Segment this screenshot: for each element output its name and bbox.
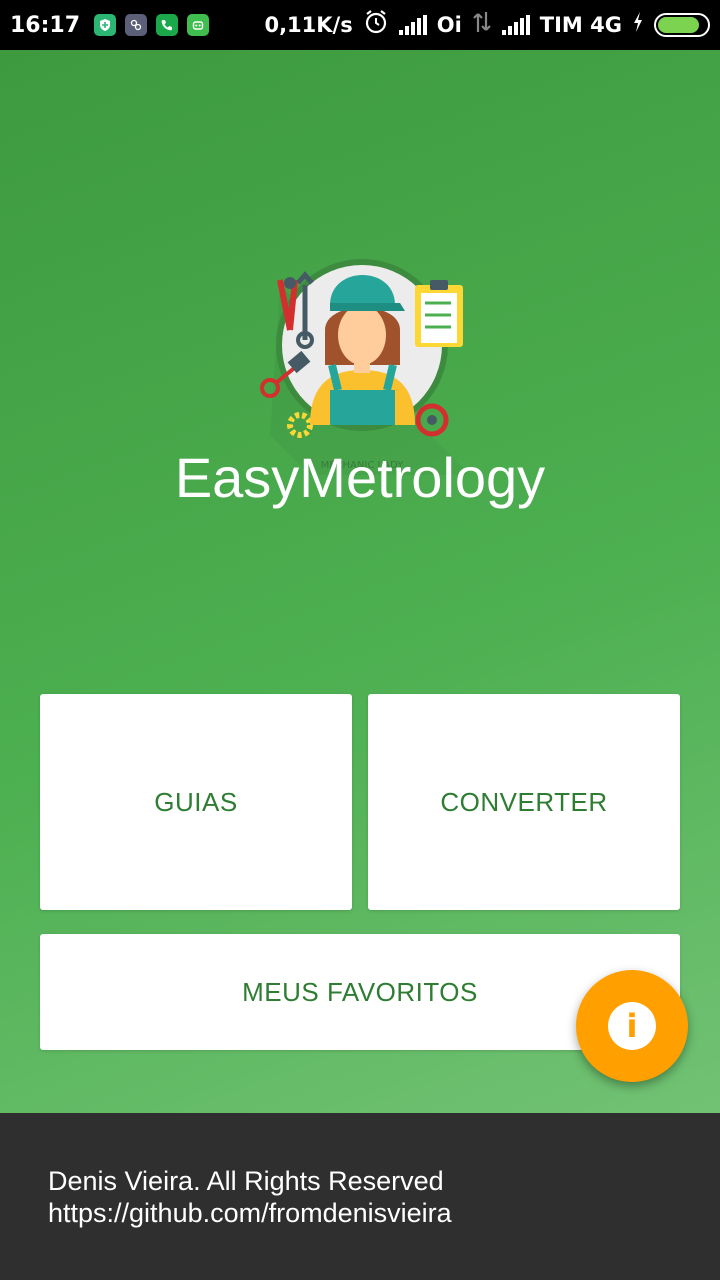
app-title: EasyMetrology — [174, 446, 546, 509]
alarm-icon — [363, 9, 389, 41]
guias-button[interactable]: GUIAS — [40, 694, 352, 910]
network-speed: 0,11K/s — [264, 13, 353, 37]
footer: Denis Vieira. All Rights Reserved https:… — [0, 1113, 720, 1280]
signal-icon — [398, 15, 427, 35]
mechanic-lady-logo: MECHANIC LADY — [260, 259, 470, 475]
info-icon: i — [608, 1002, 656, 1050]
carrier-tim: TIM 4G — [539, 13, 622, 37]
info-fab[interactable]: i — [576, 970, 688, 1082]
shield-icon — [94, 14, 117, 36]
signal-icon-2 — [501, 15, 530, 35]
android-icon — [187, 14, 210, 36]
charging-icon — [632, 11, 644, 39]
copyright-text: Denis Vieira. All Rights Reserved — [48, 1166, 444, 1196]
phone-icon — [156, 14, 179, 36]
status-time: 16:17 — [10, 12, 81, 38]
status-bar: 16:17 0,11K/s Oi TIM 4G — [0, 0, 720, 50]
converter-button[interactable]: CONVERTER — [368, 694, 680, 910]
battery-level — [658, 17, 699, 33]
carrier-oi: Oi — [436, 13, 462, 37]
data-arrows-icon — [472, 10, 492, 40]
battery-icon — [654, 13, 710, 37]
main-panel: MECHANIC LADY EasyMetrology GUIAS CONVER… — [0, 50, 720, 1113]
app-icon — [125, 14, 148, 36]
github-link[interactable]: https://github.com/fromdenisvieira — [48, 1197, 672, 1229]
